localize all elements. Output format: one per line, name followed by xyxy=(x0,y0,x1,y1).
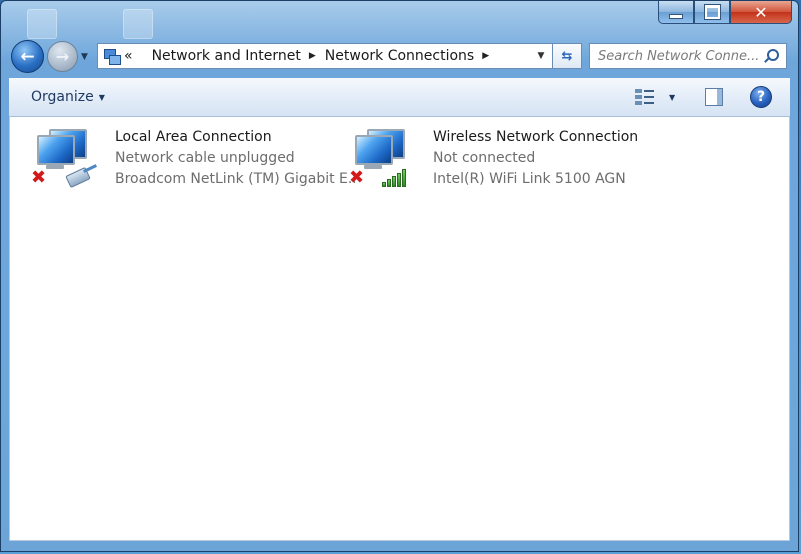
preview-pane-icon[interactable] xyxy=(705,88,723,106)
network-folder-icon xyxy=(104,48,121,65)
caption-buttons: ✕ xyxy=(658,1,792,24)
connection-name: Local Area Connection xyxy=(115,129,272,145)
forward-arrow-icon: → xyxy=(55,47,70,66)
forward-button[interactable]: → xyxy=(47,41,78,72)
connection-item[interactable]: ✖ Wireless Network Connection Not connec… xyxy=(349,127,673,191)
navigation-buttons: ← → ▼ xyxy=(11,40,88,73)
organize-button[interactable]: Organize ▼ xyxy=(31,89,105,105)
chevron-down-icon[interactable]: ▼ xyxy=(669,93,675,102)
search-icon[interactable] xyxy=(764,49,779,63)
refresh-icon: ⇆ xyxy=(561,48,573,64)
monitor-icon xyxy=(355,135,393,165)
back-arrow-icon: ← xyxy=(20,46,35,67)
back-button[interactable]: ← xyxy=(11,40,44,73)
breadcrumb-chevron-icon[interactable]: ▶ xyxy=(482,51,489,61)
disconnected-x-icon: ✖ xyxy=(31,167,47,188)
change-view-button[interactable]: ▼ xyxy=(635,88,675,106)
minimize-icon xyxy=(669,13,683,19)
connection-status: Network cable unplugged xyxy=(115,150,295,166)
refresh-button[interactable]: ⇆ xyxy=(553,43,582,69)
maximize-button[interactable] xyxy=(694,1,730,24)
connection-status: Not connected xyxy=(433,150,536,166)
minimize-button[interactable] xyxy=(658,1,694,24)
command-bar: Organize ▼ ▼ ? xyxy=(9,78,790,117)
search-input[interactable] xyxy=(590,47,764,65)
help-icon: ? xyxy=(756,89,766,105)
network-cable-icon xyxy=(61,164,97,189)
help-button[interactable]: ? xyxy=(750,86,772,108)
connection-name: Wireless Network Connection xyxy=(433,129,639,145)
maximize-icon xyxy=(703,4,721,20)
close-icon: ✕ xyxy=(754,2,768,22)
organize-label: Organize xyxy=(31,89,94,105)
address-bar[interactable]: « Network and Internet ▶ Network Connect… xyxy=(97,43,553,69)
connection-device: Intel(R) WiFi Link 5100 AGN xyxy=(433,171,626,187)
connection-device: Broadcom NetLink (TM) Gigabit E... xyxy=(115,171,355,187)
recent-pages-dropdown[interactable]: ▼ xyxy=(81,52,88,62)
monitor-icon xyxy=(37,135,75,165)
address-overflow[interactable]: « xyxy=(124,48,133,64)
wifi-signal-icon xyxy=(382,168,410,187)
breadcrumb-network-and-internet[interactable]: Network and Internet xyxy=(152,48,301,64)
address-dropdown-icon[interactable]: ▼ xyxy=(529,51,552,61)
details-view-icon xyxy=(635,88,655,106)
disconnected-x-icon: ✖ xyxy=(349,167,365,188)
monitor-stand xyxy=(364,165,382,169)
close-button[interactable]: ✕ xyxy=(730,1,792,24)
wireless-adapter-icon: ✖ xyxy=(349,127,425,191)
connection-item[interactable]: ✖ Local Area Connection Network cable un… xyxy=(31,127,355,191)
explorer-window: ✕ ← → ▼ « Network and Internet ▶ Network… xyxy=(0,0,799,552)
ethernet-adapter-icon: ✖ xyxy=(31,127,107,191)
desktop-icon-ghost xyxy=(123,9,153,39)
connections-list: ✖ Local Area Connection Network cable un… xyxy=(9,117,790,541)
chevron-down-icon: ▼ xyxy=(98,92,105,102)
desktop-icon-ghost xyxy=(27,9,57,39)
breadcrumb-network-connections[interactable]: Network Connections xyxy=(325,48,474,64)
search-box xyxy=(589,43,787,69)
breadcrumb-chevron-icon[interactable]: ▶ xyxy=(309,51,316,61)
